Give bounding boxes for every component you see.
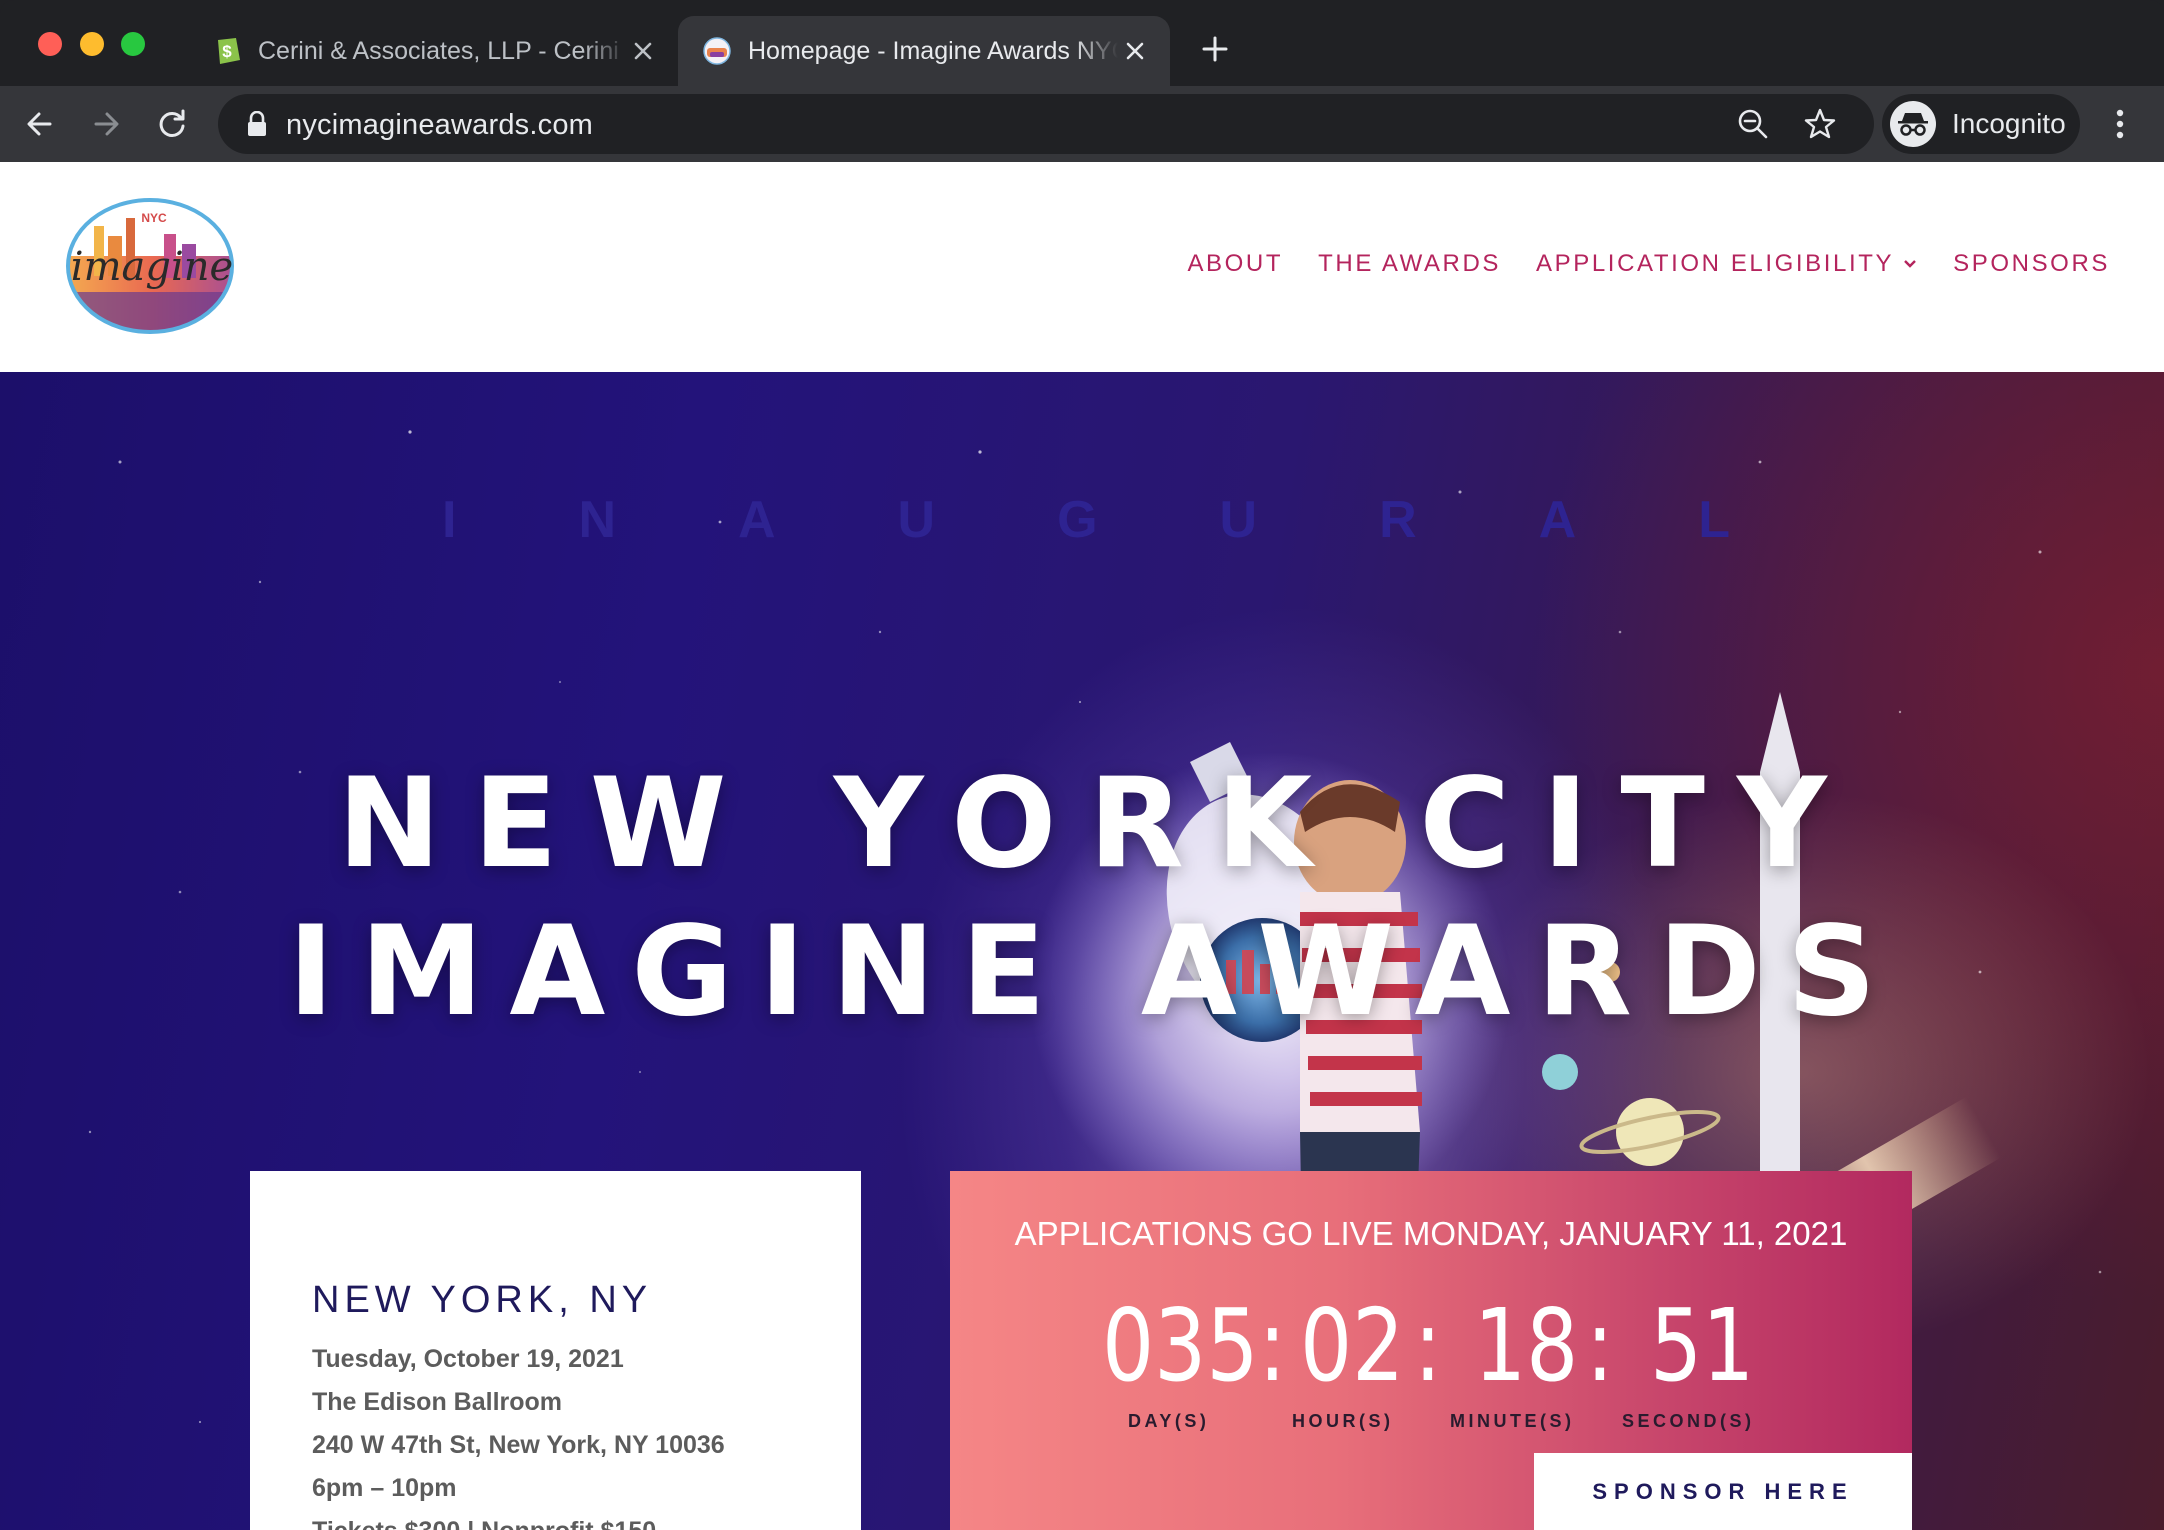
imagine-favicon-icon bbox=[703, 37, 731, 65]
countdown-days-label: DAY(S) bbox=[1128, 1411, 1210, 1431]
nav-the-awards-label: THE AWARDS bbox=[1318, 250, 1502, 277]
back-arrow-icon[interactable] bbox=[22, 106, 58, 142]
tab-title: Cerini & Associates, LLP - Cerini bbox=[258, 36, 619, 65]
imagine-nyc-logo[interactable]: imagine NYC bbox=[64, 196, 240, 336]
reload-icon[interactable] bbox=[154, 106, 190, 142]
countdown-seconds-value: 51 bbox=[1650, 1287, 1755, 1404]
svg-text:$: $ bbox=[222, 42, 232, 61]
event-details-card: NEW YORK, NY Tuesday, October 19, 2021 T… bbox=[250, 1171, 861, 1530]
nav-about-label: ABOUT bbox=[1187, 250, 1284, 277]
event-date: Tuesday, October 19, 2021 bbox=[312, 1345, 624, 1373]
countdown-heading: APPLICATIONS GO LIVE MONDAY, JANUARY 11,… bbox=[1014, 1215, 1848, 1252]
lock-icon[interactable] bbox=[246, 111, 268, 137]
browser-tab-imagine-awards[interactable]: Homepage - Imagine Awards NYC bbox=[678, 16, 1170, 86]
countdown-hours: 02 bbox=[1300, 1291, 1404, 1401]
svg-text:imagine: imagine bbox=[71, 244, 233, 290]
nav-sponsors-label: SPONSORS bbox=[1953, 250, 2110, 277]
browser-tab-cerini[interactable]: $ Cerini & Associates, LLP - Cerini bbox=[188, 16, 678, 86]
svg-text:NYC: NYC bbox=[141, 211, 167, 225]
zoom-out-icon[interactable] bbox=[1736, 107, 1770, 141]
incognito-label: Incognito bbox=[1952, 108, 2066, 139]
countdown-hours-label: HOUR(S) bbox=[1292, 1411, 1394, 1431]
close-tab-icon[interactable] bbox=[630, 38, 656, 64]
bookmark-star-icon[interactable] bbox=[1802, 106, 1838, 142]
event-address: 240 W 47th St, New York, NY 10036 bbox=[312, 1431, 725, 1459]
inaugural-eyebrow: INAUGURAL bbox=[442, 491, 1852, 549]
browser-toolbar: nycimagineawards.com Incognito bbox=[0, 86, 2164, 162]
countdown-days-value: 035 bbox=[1102, 1287, 1259, 1404]
incognito-profile-button[interactable]: Incognito bbox=[1882, 94, 2080, 154]
kebab-menu-icon[interactable] bbox=[2110, 106, 2130, 142]
nav-about[interactable]: ABOUT bbox=[1187, 250, 1283, 278]
window-minimize-button[interactable] bbox=[80, 32, 104, 56]
nav-sponsors[interactable]: SPONSORS bbox=[1953, 250, 2110, 278]
event-venue: The Edison Ballroom bbox=[312, 1388, 563, 1416]
sponsor-here-button[interactable]: SPONSOR HERE bbox=[1534, 1453, 1912, 1530]
close-tab-icon[interactable] bbox=[1122, 38, 1148, 64]
incognito-icon bbox=[1890, 101, 1936, 147]
cerini-favicon-icon: $ bbox=[218, 38, 240, 64]
countdown-seconds: 51 bbox=[1650, 1291, 1754, 1401]
countdown-days: 035: bbox=[1102, 1287, 1287, 1404]
nav-application-eligibility[interactable]: APPLICATION ELIGIBILITY bbox=[1536, 250, 1918, 278]
nav-the-awards[interactable]: THE AWARDS bbox=[1318, 250, 1501, 278]
event-tickets: Tickets $300 | Nonprofit $150 bbox=[312, 1517, 656, 1530]
url-text[interactable]: nycimagineawards.com bbox=[286, 109, 593, 142]
countdown-separator-1: : bbox=[1414, 1287, 1442, 1404]
forward-arrow-icon[interactable] bbox=[88, 106, 124, 142]
countdown-hours-value: 02 bbox=[1300, 1287, 1405, 1404]
new-tab-icon[interactable] bbox=[1200, 34, 1230, 64]
chevron-down-icon bbox=[1904, 260, 1917, 268]
countdown-minutes-label: MINUTE(S) bbox=[1450, 1411, 1575, 1431]
countdown-card: APPLICATIONS GO LIVE MONDAY, JANUARY 11,… bbox=[950, 1171, 1912, 1530]
event-time: 6pm – 10pm bbox=[312, 1474, 457, 1502]
event-city: NEW YORK, NY bbox=[312, 1279, 653, 1321]
address-bar[interactable]: nycimagineawards.com bbox=[218, 94, 1874, 154]
window-close-button[interactable] bbox=[38, 32, 62, 56]
countdown-seconds-label: SECOND(S) bbox=[1622, 1411, 1755, 1431]
nav-application-eligibility-label: APPLICATION ELIGIBILITY bbox=[1536, 250, 1895, 277]
hero-title-line-2: IMAGINE AWARDS bbox=[287, 900, 1903, 1044]
countdown-minutes-value: 18 bbox=[1474, 1287, 1579, 1404]
tab-title: Homepage - Imagine Awards NYC bbox=[748, 36, 1118, 65]
window-zoom-button[interactable] bbox=[121, 32, 145, 56]
browser-tab-strip: $ Cerini & Associates, LLP - Cerini Home… bbox=[0, 0, 2164, 86]
hero-title-line-1: NEW YORK CITY bbox=[337, 752, 1859, 896]
main-nav: ABOUT THE AWARDS APPLICATION ELIGIBILITY… bbox=[1152, 250, 2110, 278]
countdown-minutes: 18 bbox=[1474, 1291, 1578, 1401]
countdown-separator-2: : bbox=[1586, 1287, 1614, 1404]
site-header: imagine NYC ABOUT THE AWARDS APPLICATION… bbox=[0, 162, 2164, 372]
